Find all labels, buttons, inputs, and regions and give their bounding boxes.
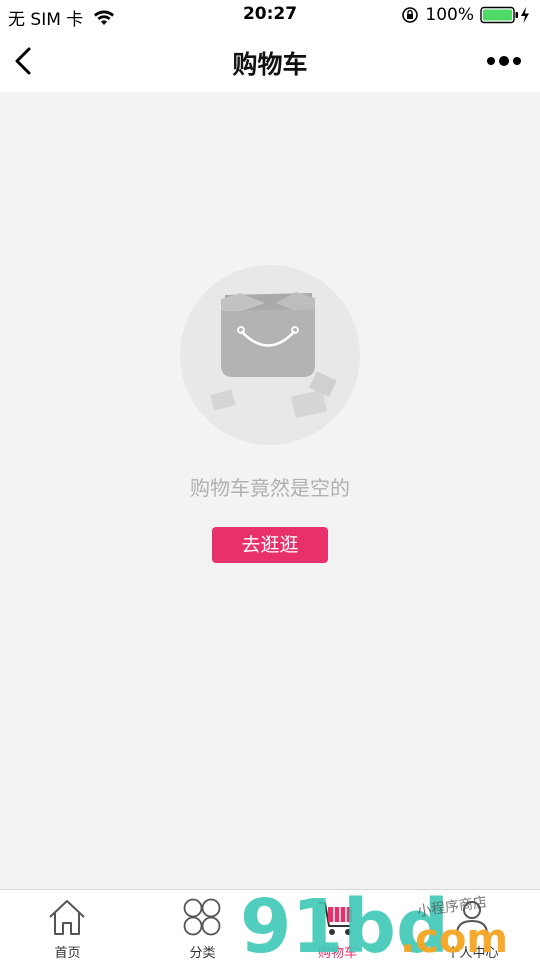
cart-icon — [319, 902, 352, 935]
screen: 无 SIM 卡 20:27 100% 购物车 购物车竟然是空的 去逛逛 首页 分… — [0, 0, 540, 960]
empty-cart-message: 购物车竟然是空的 — [190, 476, 350, 500]
tab-category-label: 分类 — [189, 946, 216, 960]
tab-bar: 首页 分类 购物车 个人中心 — [0, 889, 540, 960]
more-icon[interactable] — [484, 50, 524, 72]
tab-category[interactable]: 分类 — [135, 890, 270, 960]
rotation-lock-icon — [402, 7, 419, 23]
tab-cart[interactable]: 购物车 — [270, 890, 405, 960]
nav-bar: 购物车 — [0, 30, 540, 92]
page-title: 购物车 — [232, 50, 308, 79]
charging-bolt-icon — [521, 7, 529, 23]
battery-percent: 100% — [425, 5, 474, 25]
category-icon — [183, 898, 221, 936]
empty-bag-icon — [210, 292, 337, 419]
tab-profile-label: 个人中心 — [446, 946, 499, 960]
tab-home[interactable]: 首页 — [0, 890, 135, 960]
tab-home-label: 首页 — [54, 946, 81, 960]
go-shopping-button[interactable]: 去逛逛 — [212, 527, 328, 563]
home-icon — [49, 900, 85, 935]
tab-cart-label: 购物车 — [317, 946, 357, 960]
tab-profile[interactable]: 个人中心 — [405, 890, 540, 960]
status-right: 100% — [401, 5, 530, 25]
user-icon — [456, 901, 488, 935]
battery-icon — [480, 6, 518, 24]
status-bar: 无 SIM 卡 20:27 100% — [0, 0, 540, 30]
